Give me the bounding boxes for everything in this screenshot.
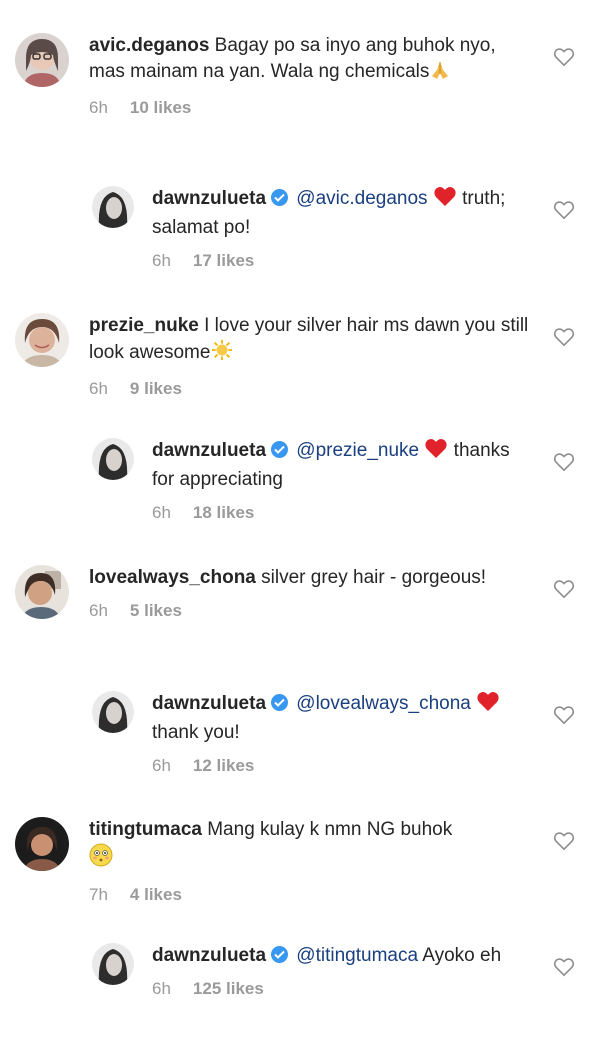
- comment-time: 6h: [152, 251, 171, 270]
- comment-meta: 6h 5 likes: [89, 601, 531, 621]
- comment-time: 6h: [89, 379, 108, 398]
- comment-likes[interactable]: 18 likes: [193, 503, 254, 522]
- comment-time: 6h: [89, 601, 108, 620]
- avatar[interactable]: [15, 817, 69, 871]
- flushed-face-emoji-icon: [89, 843, 113, 875]
- like-heart-icon[interactable]: [553, 957, 575, 977]
- comment-mention[interactable]: @avic.deganos: [296, 188, 427, 209]
- avatar[interactable]: [92, 943, 134, 985]
- comment-likes[interactable]: 4 likes: [130, 885, 182, 904]
- comment-likes[interactable]: 12 likes: [193, 756, 254, 775]
- sun-emoji-icon: [210, 339, 234, 369]
- comment-body: dawnzulueta @prezie_nuke thanks for appr…: [152, 438, 531, 523]
- verified-badge-icon: [271, 441, 289, 458]
- comment-text: silver grey hair - gorgeous!: [261, 567, 487, 588]
- comment-meta: 6h 10 likes: [89, 98, 531, 118]
- like-heart-icon[interactable]: [553, 47, 575, 67]
- verified-badge-icon: [271, 946, 289, 963]
- red-heart-emoji-icon: [476, 691, 500, 720]
- verified-badge-icon: [271, 189, 289, 206]
- avatar[interactable]: [15, 33, 69, 87]
- comment-likes[interactable]: 17 likes: [193, 251, 254, 270]
- like-heart-icon[interactable]: [553, 452, 575, 472]
- comment-likes[interactable]: 10 likes: [130, 98, 191, 117]
- comment-username[interactable]: dawnzulueta: [152, 945, 266, 966]
- comment-text: Mang kulay k nmn NG buhok: [207, 819, 453, 840]
- comment-username[interactable]: dawnzulueta: [152, 440, 266, 461]
- comment-username[interactable]: dawnzulueta: [152, 188, 266, 209]
- avatar[interactable]: [92, 438, 134, 480]
- comment-meta: 6h 125 likes: [152, 979, 531, 999]
- comment-body: dawnzulueta @lovealways_chona thank you!…: [152, 691, 531, 776]
- comment-username[interactable]: prezie_nuke: [89, 315, 199, 336]
- comment-likes[interactable]: 9 likes: [130, 379, 182, 398]
- comment-meta: 6h 18 likes: [152, 503, 531, 523]
- comment-time: 6h: [152, 756, 171, 775]
- like-heart-icon[interactable]: [553, 831, 575, 851]
- like-heart-icon[interactable]: [553, 327, 575, 347]
- comment-mention[interactable]: @lovealways_chona: [296, 693, 471, 714]
- like-heart-icon[interactable]: [553, 705, 575, 725]
- comment-mention[interactable]: @titingtumaca: [296, 945, 418, 966]
- comment-time: 6h: [152, 979, 171, 998]
- comment-time: 6h: [152, 503, 171, 522]
- comment-text: Ayoko eh: [422, 945, 502, 966]
- comment-username[interactable]: dawnzulueta: [152, 693, 266, 714]
- comment-username[interactable]: titingtumaca: [89, 819, 202, 840]
- comment-meta: 6h 12 likes: [152, 756, 531, 776]
- avatar[interactable]: [92, 691, 134, 733]
- comment-body: dawnzulueta @avic.deganos truth; salamat…: [152, 186, 531, 271]
- comment-text: thank you!: [152, 722, 240, 743]
- comment-body: prezie_nuke I love your silver hair ms d…: [89, 313, 531, 399]
- comment-username[interactable]: lovealways_chona: [89, 567, 256, 588]
- praying-hands-emoji-icon: [429, 60, 451, 88]
- comment-mention[interactable]: @prezie_nuke: [296, 440, 419, 461]
- comment-time: 6h: [89, 98, 108, 117]
- avatar[interactable]: [15, 313, 69, 367]
- comment-meta: 6h 9 likes: [89, 379, 531, 399]
- red-heart-emoji-icon: [433, 186, 457, 215]
- avatar[interactable]: [15, 565, 69, 619]
- like-heart-icon[interactable]: [553, 579, 575, 599]
- comment-username[interactable]: avic.deganos: [89, 35, 209, 56]
- comment-time: 7h: [89, 885, 108, 904]
- verified-badge-icon: [271, 694, 289, 711]
- comment-body: avic.deganos Bagay po sa inyo ang buhok …: [89, 33, 531, 118]
- red-heart-emoji-icon: [424, 438, 448, 467]
- avatar[interactable]: [92, 186, 134, 228]
- comment-meta: 6h 17 likes: [152, 251, 531, 271]
- like-heart-icon[interactable]: [553, 200, 575, 220]
- comment-meta: 7h 4 likes: [89, 885, 531, 905]
- comment-body: dawnzulueta @titingtumaca Ayoko eh 6h 125…: [152, 943, 531, 999]
- comment-likes[interactable]: 125 likes: [193, 979, 264, 998]
- comment-body: lovealways_chona silver grey hair - gorg…: [89, 565, 531, 621]
- comment-body: titingtumaca Mang kulay k nmn NG buhok 7…: [89, 817, 531, 905]
- comment-likes[interactable]: 5 likes: [130, 601, 182, 620]
